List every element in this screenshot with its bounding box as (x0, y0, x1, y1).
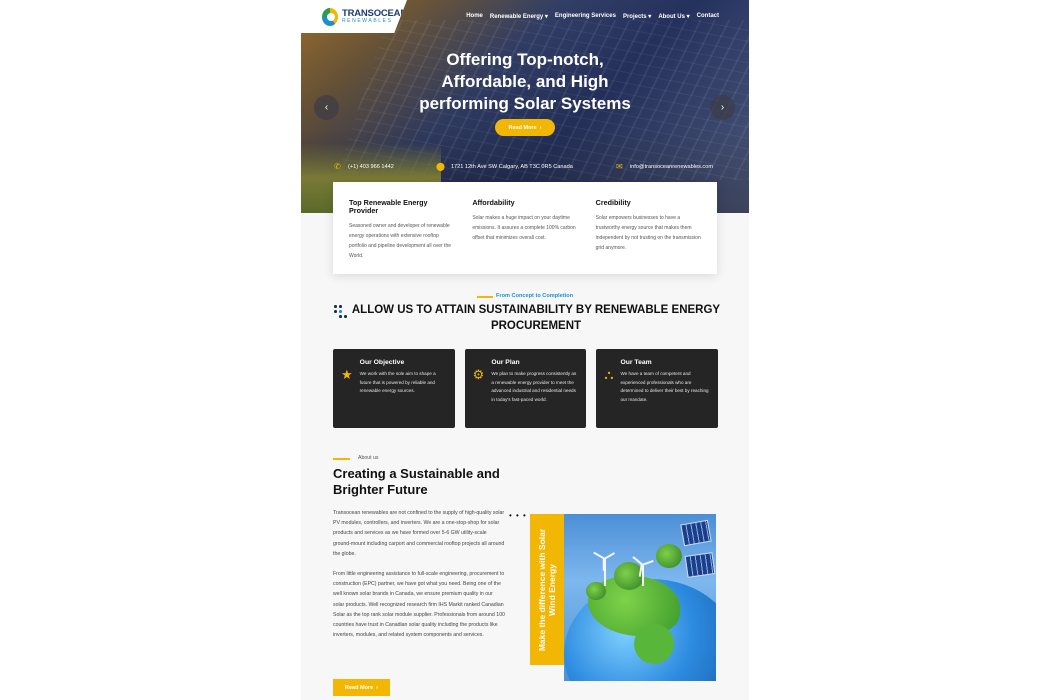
card-text: We work with the sole aim to shape a fut… (359, 371, 436, 393)
solar-panel-graphic (680, 519, 712, 547)
map-pin-icon: ⬤ (435, 162, 445, 171)
card-our-objective: ★ Our Objective We work with the sole ai… (333, 349, 455, 428)
feature-title: Credibility (595, 198, 631, 207)
card-title: Our Team (620, 359, 652, 366)
card-title: Our Objective (359, 359, 405, 366)
about-paragraph-1: Transocean renewables are not confined t… (333, 510, 505, 557)
hero-title-line-2: Affordable, and High (441, 72, 609, 91)
about-title-line-2: Brighter Future (333, 482, 428, 497)
nav-projects[interactable]: Projects ▾ (623, 13, 651, 20)
card-text: We plan to make progress consistently as… (491, 371, 577, 402)
chevron-right-icon: › (539, 124, 542, 131)
slider-prev-button[interactable]: ‹ (314, 95, 339, 120)
nav-engineering-services[interactable]: Engineering Services (555, 13, 616, 20)
banner-line-2: Wind Energy (547, 563, 557, 616)
phone-icon: ✆ (334, 162, 341, 171)
feature-text: Solar empowers businesses to have a trus… (595, 215, 701, 251)
hero-read-more-button[interactable]: Read More › (495, 119, 555, 136)
nav-about-us[interactable]: About Us ▾ (658, 13, 689, 20)
feature-affordability: Affordability Solar makes a huge impact … (472, 199, 577, 274)
section-title-line-2: PROCUREMENT (490, 320, 582, 332)
card-title: Our Plan (491, 359, 520, 366)
side-banner-text: Make the difference with Solar Wind Energ… (530, 514, 564, 665)
contact-address: ⬤ 1721 12th Ave SW Calgary, AB T3C 0R5 C… (436, 162, 573, 171)
about-paragraph-2: From little engineering assistance to fu… (333, 571, 505, 639)
about-kicker: About us (358, 455, 379, 461)
section-title-line-1: ALLOW US TO ATTAIN SUSTAINABILITY BY REN… (351, 304, 721, 316)
turbine-blade (603, 558, 605, 571)
hero-title-line-1: Offering Top-notch, (446, 50, 604, 69)
logo-mark-icon (322, 7, 338, 26)
card-text: We have a team of competent and experien… (620, 371, 709, 402)
turbine-blade (641, 559, 654, 566)
site-logo[interactable]: TRANSOCEAN RENEWABLES (301, 0, 407, 33)
main-nav: Home Renewable Energy ▾ Engineering Serv… (466, 13, 719, 20)
banner-line-1: Make the difference with Solar (537, 528, 547, 651)
solar-panel-graphic (684, 552, 716, 578)
about-title: Creating a Sustainable and Brighter Futu… (333, 466, 533, 498)
about-read-more-button[interactable]: Read More › (333, 679, 390, 696)
land-mass (634, 624, 674, 664)
slider-next-button[interactable]: › (710, 95, 735, 120)
nav-renewable-energy[interactable]: Renewable Energy ▾ (490, 13, 548, 20)
contact-bar: ✆ (+1) 403 966 1442 ⬤ 1721 12th Ave SW C… (333, 162, 713, 171)
card-our-plan: ⚙ Our Plan We plan to make progress cons… (464, 349, 587, 428)
chevron-right-icon: › (720, 102, 725, 113)
feature-credibility: Credibility Solar empowers businesses to… (596, 199, 701, 274)
card-our-team: ⛬ Our Team We have a team of competent a… (596, 349, 719, 428)
value-cards: ★ Our Objective We work with the sole ai… (333, 349, 719, 428)
kicker-line (477, 296, 493, 298)
tree-graphic (656, 544, 682, 568)
team-icon: ⛬ (604, 367, 614, 382)
chevron-left-icon: ‹ (324, 102, 329, 113)
section-kicker: From Concept to Completion (496, 293, 574, 299)
page: TRANSOCEAN RENEWABLES Home Renewable Ene… (301, 0, 749, 700)
features-card: Top Renewable Energy Provider Seasoned o… (333, 182, 717, 274)
turbine-blade (593, 552, 605, 560)
gear-icon: ⚙ (472, 367, 485, 382)
nav-home[interactable]: Home (466, 13, 483, 20)
feature-text: Seasoned owner and developer of renewabl… (349, 223, 452, 259)
feature-title: Top Renewable Energy Provider (349, 198, 428, 215)
about-title-line-1: Creating a Sustainable and (333, 466, 500, 481)
section-title: ALLOW US TO ATTAIN SUSTAINABILITY BY REN… (346, 302, 726, 334)
feature-top-provider: Top Renewable Energy Provider Seasoned o… (349, 199, 454, 274)
contact-phone[interactable]: ✆ (+1) 403 966 1442 (333, 162, 394, 171)
phone-text: (+1) 403 966 1442 (348, 163, 394, 170)
tree-graphic (586, 582, 606, 600)
about-kicker-line (333, 458, 350, 460)
feature-text: Solar makes a huge impact on your daytim… (472, 215, 576, 241)
hero-title: Offering Top-notch, Affordable, and High… (301, 49, 749, 115)
feature-title: Affordability (472, 198, 515, 207)
logo-subtitle: RENEWABLES (341, 18, 393, 25)
hero-read-more-label: Read More (508, 124, 537, 131)
envelope-icon: ✉ (616, 162, 623, 171)
earth-renewables-image (564, 514, 716, 681)
email-text: info@transoceanrenewables.com (629, 163, 713, 170)
logo-name: TRANSOCEAN (341, 7, 407, 19)
star-icon: ★ (341, 367, 353, 382)
about-read-more-label: Read More (345, 684, 374, 691)
chevron-right-icon: › (376, 684, 378, 691)
turbine-blade (603, 552, 615, 560)
address-text: 1721 12th Ave SW Calgary, AB T3C 0R5 Can… (450, 163, 573, 170)
hero-title-line-3: performing Solar Systems (419, 94, 631, 113)
contact-email[interactable]: ✉ info@transoceanrenewables.com (615, 162, 713, 171)
nav-contact[interactable]: Contact (697, 13, 719, 20)
